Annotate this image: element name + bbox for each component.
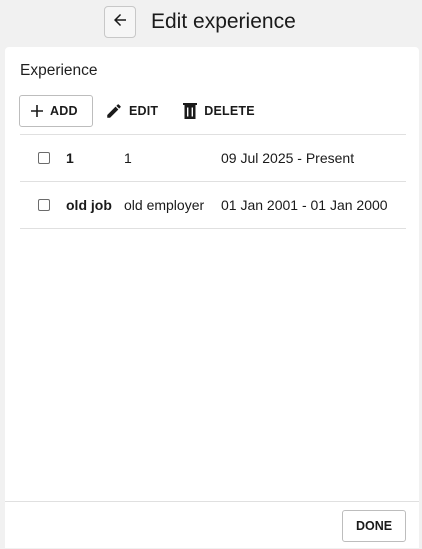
arrow-left-icon: [111, 11, 129, 34]
employer: 1: [124, 150, 132, 166]
experience-toolbar: ADD EDIT DELETE: [19, 95, 255, 127]
header-bar: Edit experience: [0, 0, 422, 46]
table-row[interactable]: 1 1 09 Jul 2025 - Present: [20, 135, 406, 182]
job-title: 1: [66, 150, 74, 166]
employer: old employer: [124, 197, 205, 213]
date-range: 01 Jan 2001 - 01 Jan 2000: [221, 197, 388, 213]
experience-card: Experience ADD EDIT DELETE 1 1 09 Jul 20…: [5, 47, 419, 548]
date-range: 09 Jul 2025 - Present: [221, 150, 355, 166]
experience-table: 1 1 09 Jul 2025 - Present old job old em…: [20, 134, 406, 229]
table-row[interactable]: old job old employer 01 Jan 2001 - 01 Ja…: [20, 182, 406, 229]
back-button[interactable]: [104, 6, 136, 38]
job-title: old job: [66, 197, 112, 213]
dialog-footer: DONE: [5, 501, 419, 549]
row-checkbox[interactable]: [38, 152, 50, 164]
row-checkbox[interactable]: [38, 199, 50, 211]
add-button[interactable]: ADD: [19, 95, 93, 127]
add-button-label: ADD: [50, 104, 78, 118]
edit-button-label: EDIT: [129, 104, 159, 118]
plus-icon: [30, 104, 44, 118]
done-button[interactable]: DONE: [342, 510, 406, 542]
delete-button[interactable]: DELETE: [182, 95, 255, 127]
section-title: Experience: [20, 62, 98, 79]
edit-button[interactable]: EDIT: [105, 95, 158, 127]
page-title: Edit experience: [151, 10, 296, 33]
trash-icon: [182, 102, 198, 120]
delete-button-label: DELETE: [204, 104, 255, 118]
pencil-icon: [105, 102, 123, 120]
